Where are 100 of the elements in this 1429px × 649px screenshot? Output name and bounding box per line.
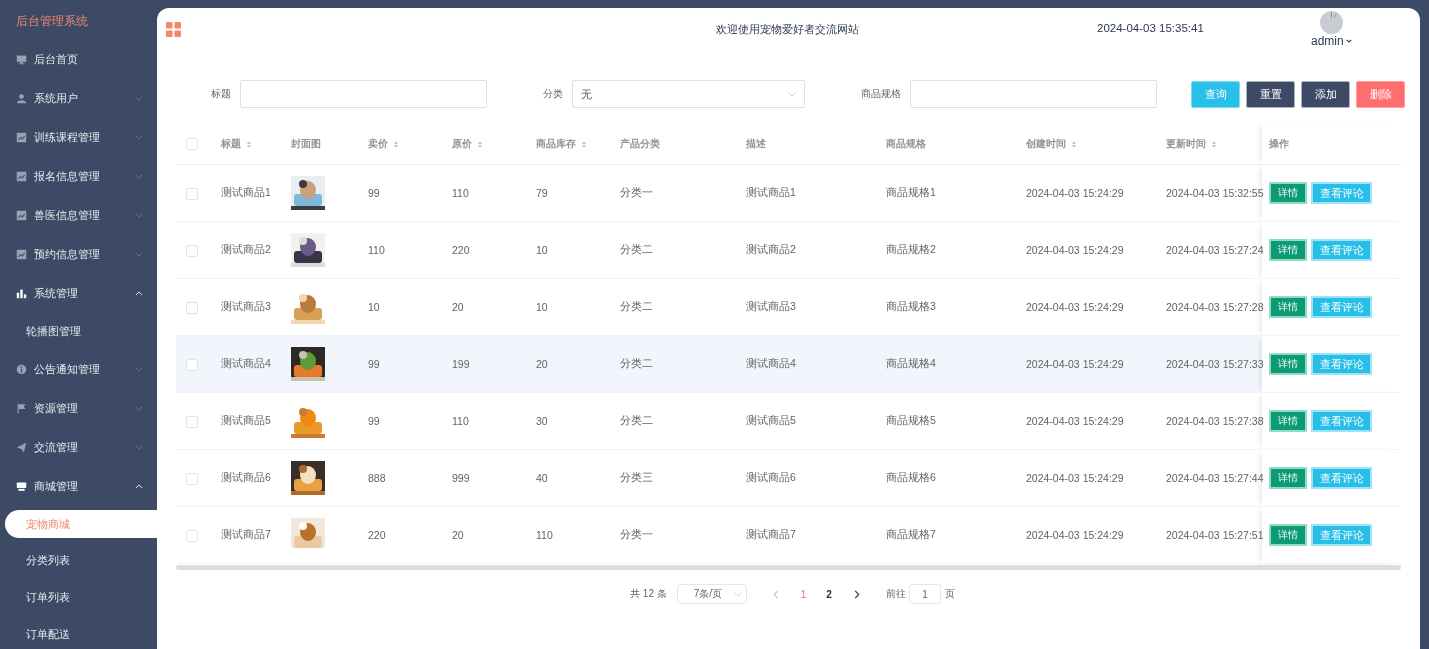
table-cell: 2024-04-03 15:27:28	[1166, 301, 1264, 313]
current-datetime: 2024-04-03 15:35:41	[1097, 22, 1204, 34]
goto-label: 前往	[885, 587, 906, 601]
sort-icon[interactable]	[477, 139, 483, 149]
sort-icon[interactable]	[246, 139, 252, 149]
chevron-down-icon	[788, 91, 796, 97]
search-bar-button[interactable]: 重置	[1246, 80, 1295, 108]
table-cell: 30	[536, 415, 548, 427]
table-cell: 测试商品3	[746, 300, 796, 312]
table-cell: 2024-04-03 15:27:51	[1166, 529, 1264, 541]
table-cell: 20	[536, 358, 548, 370]
sidebar-item[interactable]: 交流管理	[0, 428, 157, 467]
details-button[interactable]: 详情	[1269, 239, 1307, 261]
column-header: 商品规格	[886, 137, 926, 151]
search-input[interactable]	[240, 80, 487, 108]
column-header: 产品分类	[620, 137, 660, 151]
table-cell: 999	[452, 472, 470, 484]
row-checkbox[interactable]	[186, 472, 198, 485]
chart-icon	[16, 249, 27, 260]
table-cell: 79	[536, 187, 548, 199]
sidebar-item[interactable]: 公告通知管理	[0, 350, 157, 389]
table-cell: 商品规格1	[886, 186, 936, 198]
table-cell: 分类三	[620, 471, 653, 483]
sort-icon[interactable]	[581, 139, 587, 149]
details-button[interactable]: 详情	[1269, 524, 1307, 546]
row-checkbox[interactable]	[186, 529, 198, 542]
table-cell: 分类二	[620, 243, 653, 255]
sidebar-item[interactable]: 后台首页	[0, 40, 157, 79]
select-all-checkbox[interactable]	[186, 138, 198, 151]
table-cell: 分类二	[620, 357, 653, 369]
column-header: 更新时间	[1166, 137, 1206, 151]
table-cell: 2024-04-03 15:24:29	[1026, 244, 1124, 256]
sidebar-item[interactable]: 资源管理	[0, 389, 157, 428]
table-cell: 10	[536, 244, 548, 256]
avatar-icon[interactable]	[1319, 11, 1343, 34]
next-page-icon[interactable]	[853, 589, 860, 599]
sidebar-item[interactable]: 系统管理	[0, 274, 157, 313]
sidebar-item[interactable]: 兽医信息管理	[0, 196, 157, 235]
field-label: 标题	[211, 87, 231, 101]
table-cell: 2024-04-03 15:27:24	[1166, 244, 1264, 256]
table-cell: 110	[536, 529, 553, 541]
info-icon	[16, 364, 27, 375]
sidebar-item[interactable]: 训练课程管理	[0, 118, 157, 157]
field-label: 商品规格	[861, 87, 901, 101]
table-cell: 测试商品7	[746, 528, 796, 540]
table-cell: 2024-04-03 15:27:38	[1166, 415, 1264, 427]
table-cell: 2024-04-03 15:27:33	[1166, 358, 1264, 370]
sort-icon[interactable]	[1211, 139, 1217, 149]
chart-icon	[16, 132, 27, 143]
search-input[interactable]	[910, 80, 1157, 108]
column-header: 创建时间	[1026, 137, 1066, 151]
column-header: 操作	[1269, 137, 1289, 151]
table-cell: 2024-04-03 15:24:29	[1026, 358, 1124, 370]
field-label: 分类	[543, 87, 563, 101]
sidebar-item[interactable]: 商城管理	[0, 467, 157, 506]
monitor-icon	[16, 54, 27, 65]
column-header: 商品库存	[536, 137, 576, 151]
row-checkbox[interactable]	[186, 358, 198, 371]
search-bar-button[interactable]: 添加	[1301, 80, 1350, 108]
table-cell: 2024-04-03 15:24:29	[1026, 472, 1124, 484]
table-cell: 20	[452, 301, 464, 313]
row-checkbox[interactable]	[186, 187, 198, 200]
details-button[interactable]: 详情	[1269, 296, 1307, 318]
details-button[interactable]: 详情	[1269, 182, 1307, 204]
sidebar-item[interactable]: 预约信息管理	[0, 235, 157, 274]
row-checkbox[interactable]	[186, 301, 198, 314]
details-button[interactable]: 详情	[1269, 410, 1307, 432]
user-menu[interactable]: admin	[1311, 34, 1352, 48]
table-cell: 2024-04-03 15:24:29	[1026, 529, 1124, 541]
sort-icon[interactable]	[1071, 139, 1077, 149]
horizontal-scrollbar[interactable]	[176, 565, 1401, 570]
sidebar-item[interactable]: 系统用户	[0, 79, 157, 118]
row-checkbox[interactable]	[186, 415, 198, 428]
details-button[interactable]: 详情	[1269, 467, 1307, 489]
table-cell: 分类一	[620, 186, 653, 198]
column-header: 封面图	[291, 137, 321, 151]
details-button[interactable]: 详情	[1269, 353, 1307, 375]
page-number[interactable]: 2	[826, 588, 832, 600]
table-cell: 199	[452, 358, 470, 370]
sidebar-subitem[interactable]: 订单配送	[0, 616, 157, 649]
page-size-select[interactable]: 7条/页	[676, 584, 747, 604]
column-header: 原价	[452, 137, 472, 151]
menu-icon[interactable]	[166, 21, 181, 37]
table-cell: 测试商品4	[746, 357, 796, 369]
sidebar-subitem[interactable]: 订单列表	[0, 579, 157, 616]
table-cell: 110	[452, 415, 469, 427]
sort-icon[interactable]	[393, 139, 399, 149]
page-input[interactable]: 1	[908, 584, 941, 604]
sidebar-subitem[interactable]: 轮播图管理	[0, 313, 157, 350]
row-checkbox[interactable]	[186, 244, 198, 257]
flag-icon	[16, 403, 27, 414]
table-cell: 110	[452, 187, 469, 199]
table-cell: 商品规格2	[886, 243, 936, 255]
sidebar-subitem[interactable]: 分类列表	[0, 542, 157, 579]
table-cell: 2024-04-03 15:32:55	[1166, 187, 1264, 199]
sidebar-item[interactable]: 报名信息管理	[0, 157, 157, 196]
table-cell: 2024-04-03 15:27:44	[1166, 472, 1264, 484]
category-select[interactable]: 无	[572, 80, 805, 108]
welcome-text: 欢迎使用宠物爱好者交流网站	[716, 22, 859, 37]
table-cell: 99	[368, 415, 380, 427]
